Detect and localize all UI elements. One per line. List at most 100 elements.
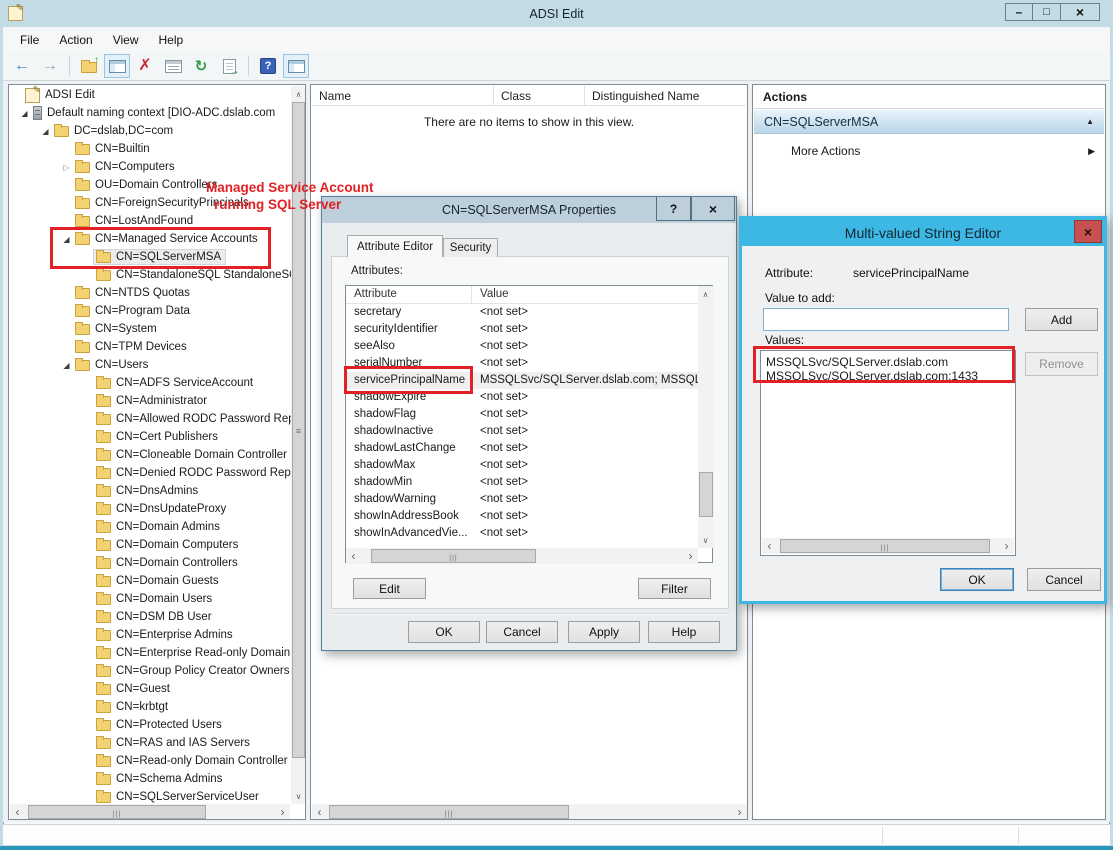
tree-item[interactable]: CN=Group Policy Creator Owners: [10, 662, 291, 680]
scrollbar-thumb[interactable]: [28, 805, 206, 819]
collapse-icon[interactable]: [1086, 117, 1094, 126]
tree-item[interactable]: CN=Users: [10, 356, 291, 374]
attribute-row[interactable]: shadowLastChange<not set>: [346, 440, 698, 457]
scroll-up-button[interactable]: [698, 286, 713, 302]
attribute-row[interactable]: secretary<not set>: [346, 304, 698, 321]
tree-item-body[interactable]: CN=Domain Admins: [94, 520, 224, 534]
dialog-close-button[interactable]: [1074, 220, 1102, 243]
tree-item[interactable]: CN=RAS and IAS Servers: [10, 734, 291, 752]
tree-item[interactable]: CN=Domain Guests: [10, 572, 291, 590]
tree-item[interactable]: Default naming context [DIO-ADC.dslab.co…: [10, 104, 291, 122]
tree-item[interactable]: CN=ForeignSecurityPrincipals: [10, 194, 291, 212]
column-header-name[interactable]: Name: [312, 86, 494, 105]
tree-item-body[interactable]: CN=Enterprise Read-only Domain: [94, 646, 291, 660]
scrollbar-thumb[interactable]: [292, 102, 305, 758]
menu-file[interactable]: File: [10, 30, 49, 50]
scrollbar-thumb[interactable]: [329, 805, 569, 819]
tree-item[interactable]: CN=Schema Admins: [10, 770, 291, 788]
attribute-row[interactable]: securityIdentifier<not set>: [346, 321, 698, 338]
tree-item-body[interactable]: CN=Domain Controllers: [94, 556, 242, 570]
tree-item[interactable]: CN=TPM Devices: [10, 338, 291, 356]
tree-item-body[interactable]: CN=Cloneable Domain Controller: [94, 448, 291, 462]
up-one-level-button[interactable]: [76, 54, 102, 78]
tab-security[interactable]: Security: [443, 238, 498, 257]
tree-item-body[interactable]: CN=SQLServerServiceUser: [94, 790, 263, 803]
value-item[interactable]: MSSQLSvc/SQLServer.dslab.com: [761, 351, 1015, 369]
tree-item[interactable]: CN=krbtgt: [10, 698, 291, 716]
tree-item[interactable]: CN=Guest: [10, 680, 291, 698]
dialog-help-button[interactable]: [656, 197, 691, 221]
tree-item-body[interactable]: Default naming context [DIO-ADC.dslab.co…: [31, 105, 279, 121]
apply-button[interactable]: Apply: [568, 621, 640, 643]
remove-button[interactable]: Remove: [1025, 352, 1098, 376]
tree-item-body[interactable]: CN=Computers: [73, 160, 179, 174]
tree-item-body[interactable]: CN=Domain Guests: [94, 574, 223, 588]
tree-item-body[interactable]: ADSI Edit: [23, 87, 99, 104]
tree-item-body[interactable]: CN=Managed Service Accounts: [73, 232, 262, 246]
tree-item-body[interactable]: OU=Domain Controllers: [73, 178, 221, 192]
list-horizontal-scrollbar[interactable]: [312, 804, 747, 820]
tree-item-body[interactable]: CN=Cert Publishers: [94, 430, 222, 444]
attributes-vertical-scrollbar[interactable]: [698, 286, 714, 548]
maximize-button[interactable]: [1033, 3, 1061, 21]
tree-item[interactable]: CN=Domain Controllers: [10, 554, 291, 572]
menu-action[interactable]: Action: [49, 30, 102, 50]
attribute-row[interactable]: shadowInactive<not set>: [346, 423, 698, 440]
tree-expander-closed-icon[interactable]: [60, 163, 73, 172]
tree-item[interactable]: CN=Domain Computers: [10, 536, 291, 554]
ok-button[interactable]: OK: [940, 568, 1014, 591]
scroll-left-button[interactable]: [762, 538, 777, 554]
minimize-button[interactable]: [1005, 3, 1033, 21]
tree-item-body[interactable]: CN=Guest: [94, 682, 174, 696]
cancel-button[interactable]: Cancel: [486, 621, 558, 643]
tree-item-body[interactable]: CN=Domain Computers: [94, 538, 242, 552]
tree-item[interactable]: CN=SQLServerMSA: [10, 248, 291, 266]
value-item[interactable]: MSSQLSvc/SQLServer.dslab.com:1433: [761, 369, 1015, 383]
tree-item-selected[interactable]: CN=SQLServerMSA: [94, 250, 225, 264]
attribute-row[interactable]: seeAlso<not set>: [346, 338, 698, 355]
back-button[interactable]: ←: [9, 54, 35, 78]
tree-item-body[interactable]: CN=Domain Users: [94, 592, 216, 606]
forward-button[interactable]: →: [37, 54, 63, 78]
tree-item[interactable]: CN=NTDS Quotas: [10, 284, 291, 302]
tree-item-body[interactable]: CN=Schema Admins: [94, 772, 226, 786]
attributes-horizontal-scrollbar[interactable]: [346, 548, 698, 564]
ok-button[interactable]: OK: [408, 621, 480, 643]
tree-item[interactable]: CN=Managed Service Accounts: [10, 230, 291, 248]
scrollbar-track[interactable]: [327, 804, 732, 820]
tree-item-body[interactable]: CN=ForeignSecurityPrincipals: [73, 196, 253, 210]
tree-item[interactable]: CN=Enterprise Admins: [10, 626, 291, 644]
tree-item[interactable]: OU=Domain Controllers: [10, 176, 291, 194]
tree-item[interactable]: CN=Administrator: [10, 392, 291, 410]
tree-item[interactable]: CN=Domain Users: [10, 590, 291, 608]
scroll-down-button[interactable]: [291, 788, 306, 804]
tree-item-body[interactable]: CN=Group Policy Creator Owners: [94, 664, 291, 678]
attribute-row[interactable]: servicePrincipalNameMSSQLSvc/SQLServer.d…: [346, 372, 698, 389]
tree-item-body[interactable]: CN=Administrator: [94, 394, 211, 408]
tree-item-body[interactable]: CN=RAS and IAS Servers: [94, 736, 254, 750]
tree-item-body[interactable]: CN=Enterprise Admins: [94, 628, 237, 642]
scroll-left-button[interactable]: [312, 804, 327, 820]
tree-item[interactable]: CN=Program Data: [10, 302, 291, 320]
tree-item-body[interactable]: CN=Allowed RODC Password Rep: [94, 412, 291, 426]
scroll-down-button[interactable]: [698, 532, 713, 548]
scrollbar-thumb[interactable]: [699, 472, 713, 517]
menu-help[interactable]: Help: [149, 30, 194, 50]
tree-item[interactable]: CN=DnsAdmins: [10, 482, 291, 500]
tree-item[interactable]: CN=Protected Users: [10, 716, 291, 734]
tree-vertical-scrollbar[interactable]: [291, 86, 306, 804]
attribute-row[interactable]: showInAdvancedVie...<not set>: [346, 525, 698, 542]
tree-item[interactable]: ADSI Edit: [10, 86, 291, 104]
tree-item-body[interactable]: CN=StandaloneSQL StandaloneSQ: [94, 268, 291, 282]
column-header-distinguished-name[interactable]: Distinguished Name: [585, 86, 746, 105]
attribute-row[interactable]: shadowMax<not set>: [346, 457, 698, 474]
tree-item-body[interactable]: CN=Protected Users: [94, 718, 226, 732]
tree-expander-open-icon[interactable]: [39, 127, 52, 136]
tree-item-body[interactable]: CN=Read-only Domain Controller: [94, 754, 291, 768]
scrollbar-thumb[interactable]: [780, 539, 990, 553]
actions-group-header[interactable]: CN=SQLServerMSA: [754, 110, 1104, 134]
tree-item[interactable]: CN=DnsUpdateProxy: [10, 500, 291, 518]
filter-button[interactable]: Filter: [638, 578, 711, 599]
value-to-add-input[interactable]: [763, 308, 1009, 331]
tree-item-body[interactable]: CN=ADFS ServiceAccount: [94, 376, 257, 390]
